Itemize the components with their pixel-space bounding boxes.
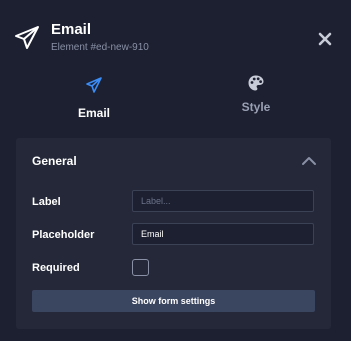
tab-email[interactable]: Email <box>34 70 154 124</box>
label-field-label: Label <box>32 196 61 208</box>
label-input[interactable] <box>132 190 314 212</box>
section-title: General <box>32 154 77 168</box>
paper-plane-icon <box>15 26 39 49</box>
paper-plane-icon <box>86 77 102 93</box>
general-section: General Label Placeholder Required Show … <box>16 138 331 329</box>
panel-title: Email <box>51 21 92 38</box>
placeholder-field-label: Placeholder <box>32 229 95 241</box>
tab-style-label: Style <box>241 100 271 114</box>
placeholder-input[interactable] <box>132 223 314 245</box>
palette-icon <box>248 75 264 91</box>
required-checkbox[interactable] <box>132 259 149 276</box>
tab-bar: Email Style <box>0 70 351 124</box>
element-id-label: Element #ed-new-910 <box>51 42 149 53</box>
general-section-header[interactable]: General <box>16 138 331 182</box>
show-form-settings-button[interactable]: Show form settings <box>32 290 315 312</box>
panel-header: Email Element #ed-new-910 <box>0 0 351 68</box>
close-icon[interactable] <box>315 29 335 49</box>
chevron-up-icon <box>302 157 316 165</box>
tab-style[interactable]: Style <box>196 70 316 124</box>
required-field-label: Required <box>32 262 80 274</box>
tab-email-label: Email <box>77 106 110 120</box>
element-settings-panel: Email Element #ed-new-910 Email Style Ge… <box>0 0 351 341</box>
